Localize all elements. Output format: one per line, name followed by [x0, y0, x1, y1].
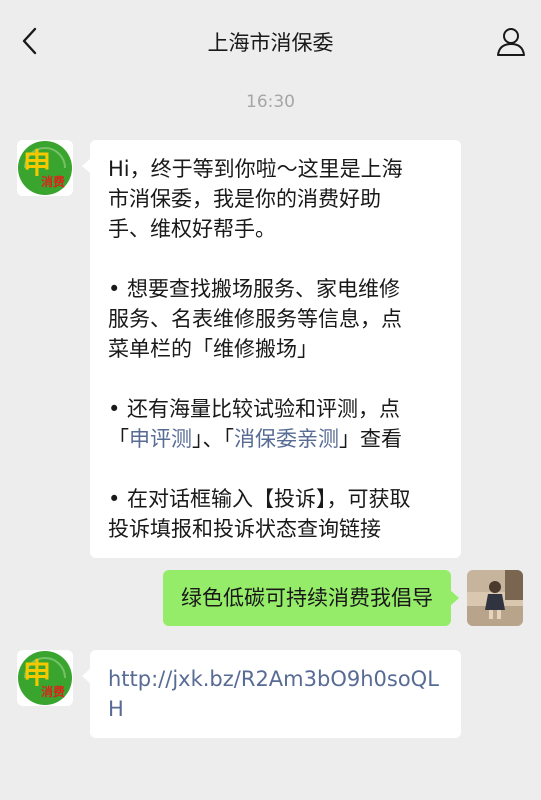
org-logo-icon: 申 消费	[18, 141, 72, 195]
child-photo-icon	[467, 570, 523, 626]
outgoing-message-text: 绿色低碳可持续消费我倡导	[181, 586, 433, 610]
bracket-text: 」、「	[192, 427, 234, 451]
outgoing-message[interactable]: 绿色低碳可持续消费我倡导	[163, 570, 459, 626]
org-avatar[interactable]: 申 消费	[17, 650, 73, 706]
incoming-message[interactable]: Hi，终于等到你啦～这里是上海 市消保委，我是你的消费好助 手、维权好帮手。 •…	[82, 140, 461, 558]
bracket-text: 「	[108, 427, 129, 451]
message-line: • 想要查找搬场服务、家电维修	[108, 277, 401, 301]
incoming-link-message[interactable]: http://jxk.bz/R2Am3bO9h0soQLH	[82, 650, 461, 738]
message-line: • 在对话框输入【投诉】，可获取	[108, 487, 411, 511]
profile-button[interactable]	[495, 25, 527, 57]
shen-review-link[interactable]: 申评测	[129, 427, 192, 451]
message-line: 手、维权好帮手。	[108, 217, 276, 241]
message-timestamp: 16:30	[246, 92, 295, 112]
url-link[interactable]: http://jxk.bz/R2Am3bO9h0soQLH	[108, 664, 443, 724]
message-line: 市消保委，我是你的消费好助	[108, 187, 381, 211]
user-avatar[interactable]	[467, 570, 523, 626]
org-avatar[interactable]: 申 消费	[17, 140, 73, 196]
council-test-link[interactable]: 消保委亲测	[234, 427, 339, 451]
top-bar: 上海市消保委	[0, 0, 541, 84]
org-logo-text: 消费	[41, 174, 65, 189]
person-icon	[497, 28, 525, 56]
message-line: 菜单栏的「维修搬场」	[108, 337, 318, 361]
message-line: Hi，终于等到你啦～这里是上海	[108, 157, 403, 181]
message-line: 「申评测」、「消保委亲测」查看	[108, 424, 443, 454]
bracket-text: 」查看	[339, 427, 402, 451]
org-logo-icon: 申 消费	[18, 651, 72, 705]
message-line: 服务、名表维修服务等信息，点	[108, 307, 402, 331]
message-line: • 还有海量比较试验和评测，点	[108, 397, 401, 421]
org-logo-text: 消费	[41, 684, 65, 699]
chat-title: 上海市消保委	[207, 31, 334, 55]
message-line: 投诉填报和投诉状态查询链接	[108, 517, 381, 541]
